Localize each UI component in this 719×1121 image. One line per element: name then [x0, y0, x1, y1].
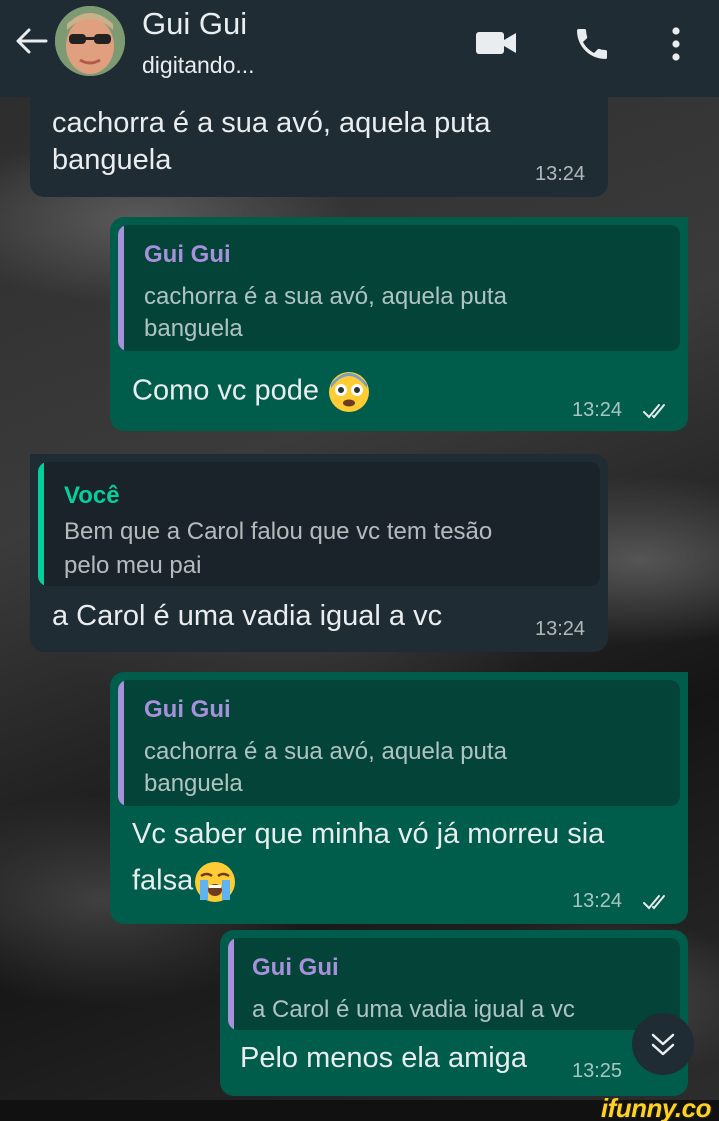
message-bubble-outgoing[interactable]: Gui Gui a Carol é uma vadia igual a vc P…	[220, 930, 688, 1096]
flushed-face-emoji	[327, 370, 371, 414]
message-bubble-outgoing[interactable]: Gui Gui cachorra é a sua avó, aquela put…	[110, 672, 688, 924]
quote-text: a Carol é uma vadia igual a vc	[252, 996, 575, 1023]
quote-text: banguela	[144, 770, 243, 797]
message-time: 13:25	[572, 1060, 623, 1082]
message-time: 13:24	[572, 890, 623, 912]
read-ticks-icon	[642, 892, 672, 917]
quote-author: Gui Gui	[144, 696, 231, 723]
quoted-message[interactable]: Gui Gui cachorra é a sua avó, aquela put…	[118, 225, 680, 351]
message-bubble-incoming[interactable]: cachorra é a sua avó, aquela puta bangue…	[30, 97, 608, 197]
message-time: 13:24	[535, 618, 586, 640]
more-options-icon[interactable]	[668, 24, 684, 69]
message-bubble-incoming[interactable]: Você Bem que a Carol falou que vc tem te…	[30, 454, 608, 652]
watermark: ifunny.co	[600, 1093, 712, 1121]
video-call-icon[interactable]	[474, 28, 518, 63]
message-text: cachorra é a sua avó, aquela puta	[52, 107, 491, 139]
quote-bar	[38, 462, 44, 586]
quoted-message[interactable]: Gui Gui cachorra é a sua avó, aquela put…	[118, 680, 680, 806]
message-text: Como vc pode	[132, 374, 319, 407]
quote-text: Bem que a Carol falou que vc tem tesão	[64, 518, 493, 545]
typing-status: digitando...	[142, 52, 255, 78]
message-content: falsa	[132, 860, 237, 904]
quote-text: pelo meu pai	[64, 552, 202, 579]
message-text: banguela	[52, 144, 172, 176]
message-content: Como vc pode	[132, 370, 371, 414]
message-text: a Carol é uma vadia igual a vc	[52, 600, 443, 632]
contact-name[interactable]: Gui Gui	[142, 6, 247, 42]
quote-author: Gui Gui	[144, 241, 231, 268]
chat-message-list[interactable]: cachorra é a sua avó, aquela puta bangue…	[0, 97, 719, 1100]
message-text: Vc saber que minha vó já morreu sia	[132, 818, 605, 850]
message-bubble-outgoing[interactable]: Gui Gui cachorra é a sua avó, aquela put…	[110, 217, 688, 431]
quoted-message[interactable]: Você Bem que a Carol falou que vc tem te…	[38, 462, 600, 586]
avatar[interactable]	[55, 6, 125, 76]
message-text: Pelo menos ela amiga	[240, 1042, 527, 1074]
quote-bar	[228, 938, 234, 1030]
quote-author: Gui Gui	[252, 954, 339, 981]
quote-bar	[118, 225, 124, 351]
scroll-to-bottom-button[interactable]	[632, 1013, 694, 1075]
message-text: falsa	[132, 864, 194, 897]
phone-call-icon[interactable]	[572, 24, 612, 69]
chat-header: Gui Gui digitando...	[0, 0, 719, 97]
double-chevron-down-icon	[651, 1033, 675, 1056]
quote-author: Você	[64, 482, 120, 509]
quote-text: cachorra é a sua avó, aquela puta	[144, 283, 507, 310]
back-arrow-icon[interactable]	[12, 22, 50, 60]
quote-text: banguela	[144, 315, 243, 342]
quote-text: cachorra é a sua avó, aquela puta	[144, 738, 507, 765]
crying-face-emoji	[193, 860, 237, 904]
quote-bar	[118, 680, 124, 806]
message-time: 13:24	[535, 163, 586, 185]
read-ticks-icon	[642, 401, 672, 426]
quoted-message[interactable]: Gui Gui a Carol é uma vadia igual a vc	[228, 938, 680, 1030]
message-time: 13:24	[572, 399, 623, 421]
